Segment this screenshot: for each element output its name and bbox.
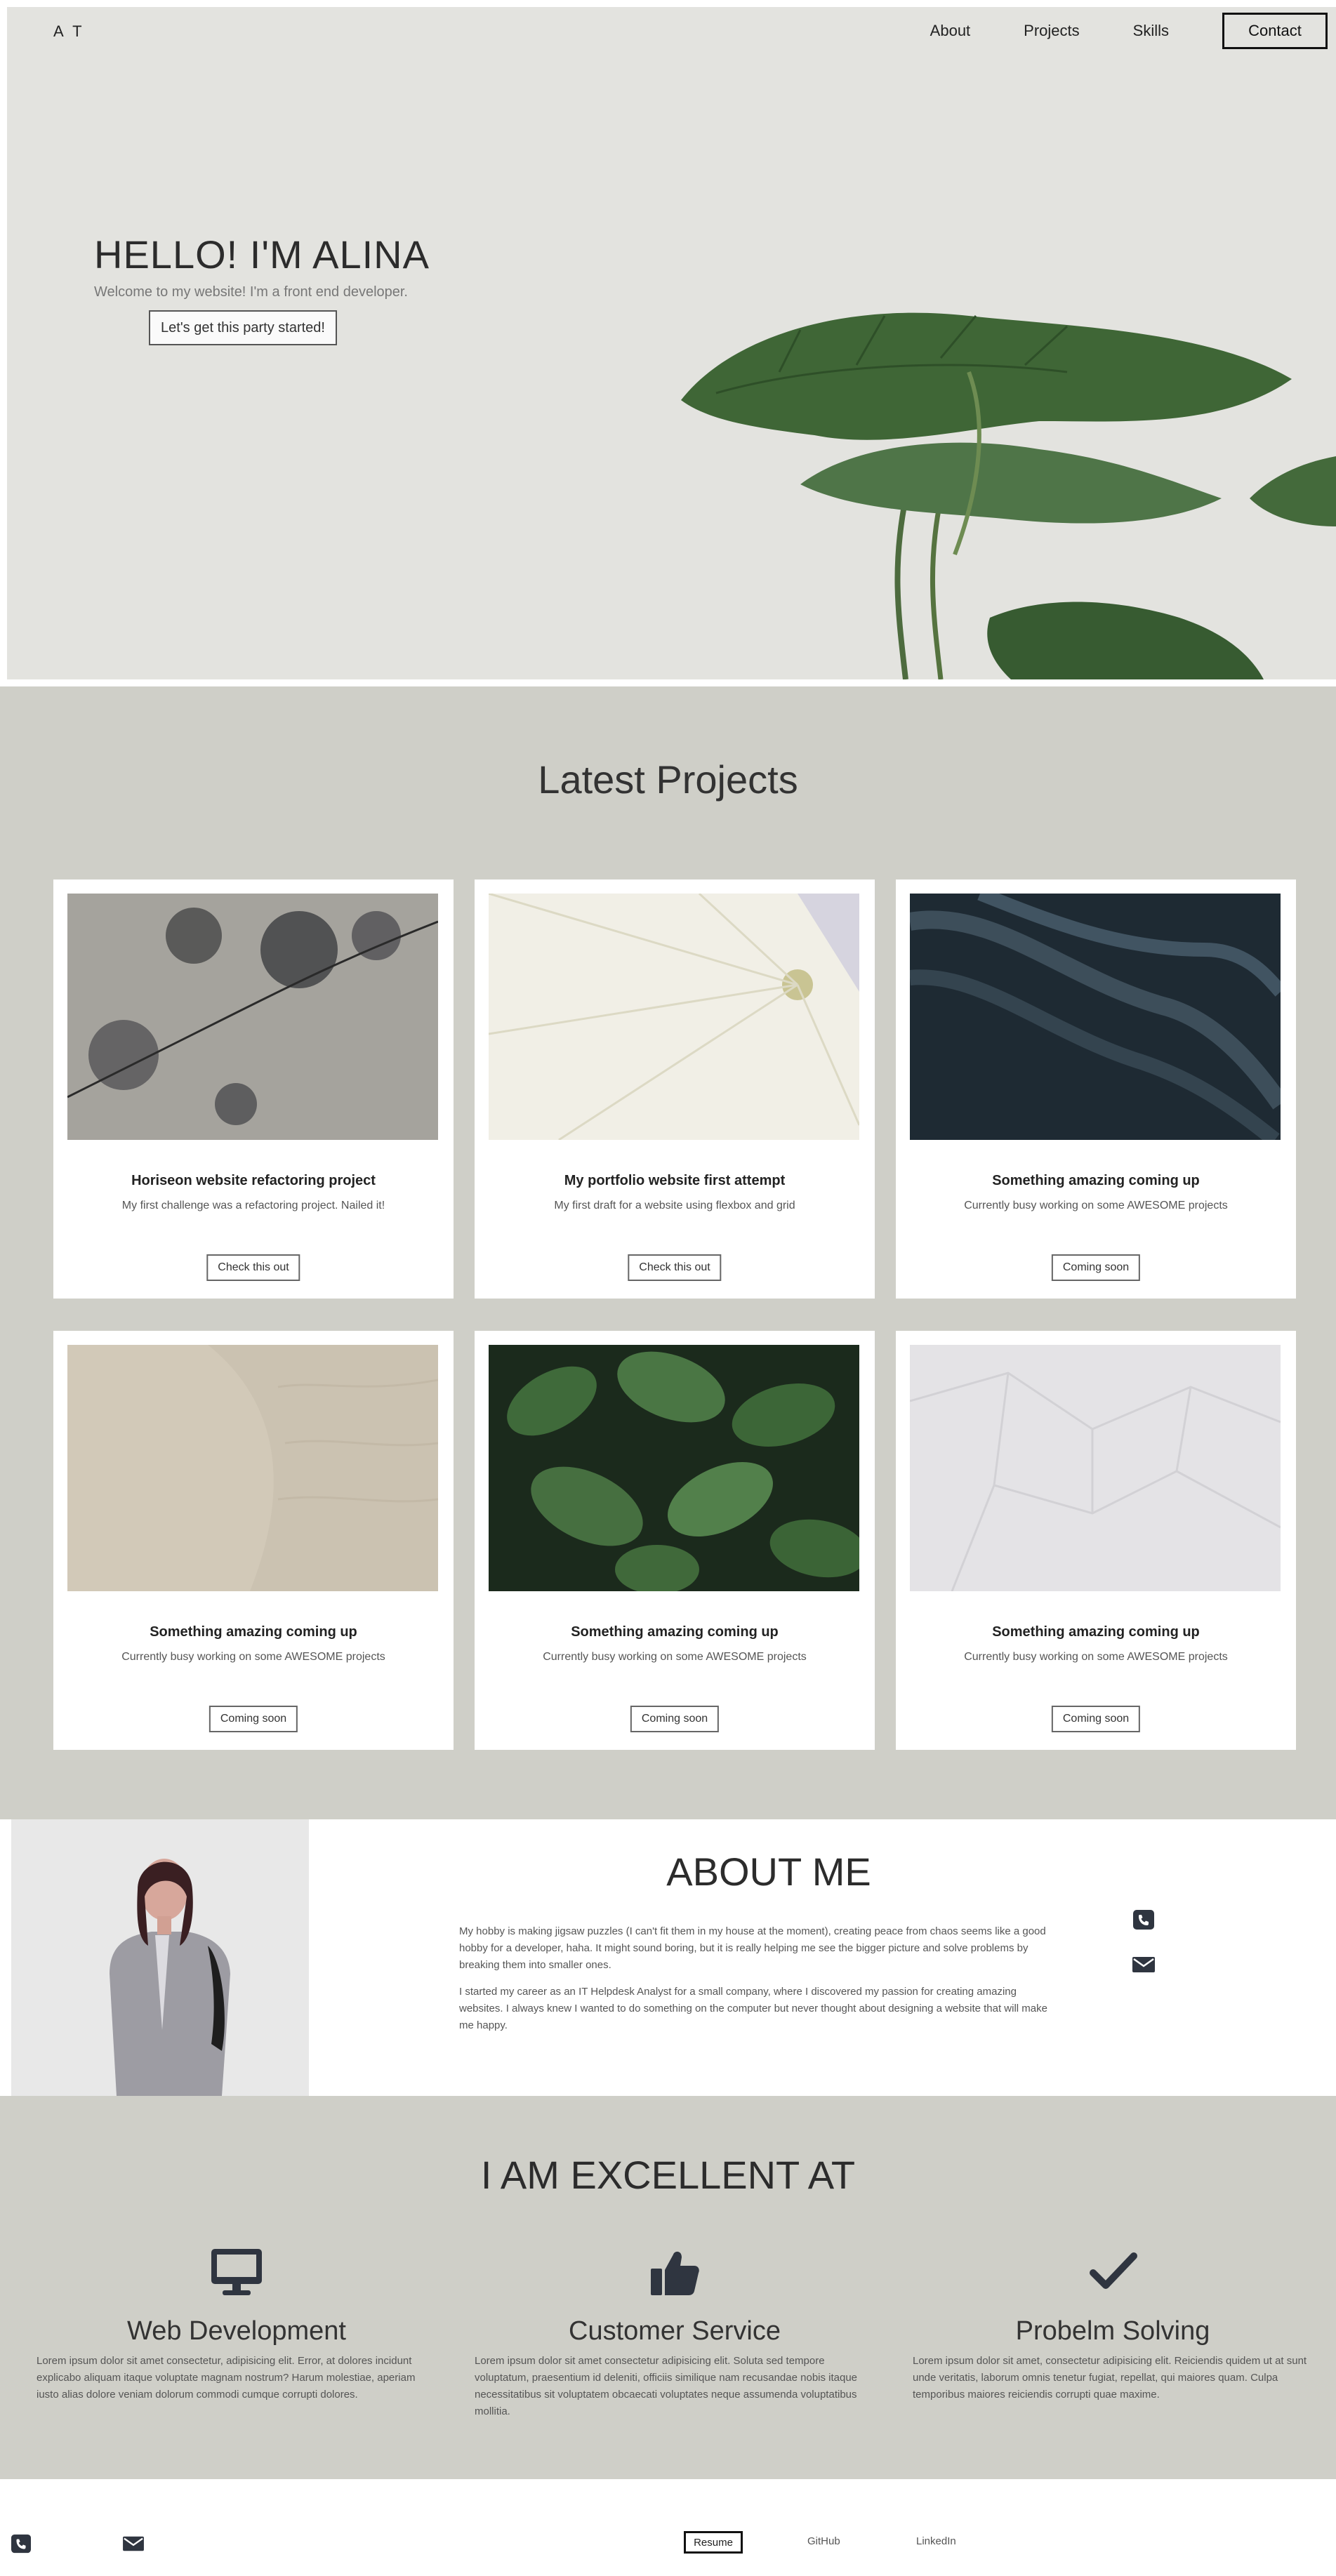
project-title: Something amazing coming up xyxy=(150,1624,357,1640)
skill-name: Customer Service xyxy=(569,2316,781,2346)
project-card: Something amazing coming up Currently bu… xyxy=(53,1331,454,1750)
project-description: Currently busy working on some AWESOME p… xyxy=(964,1651,1228,1663)
project-button[interactable]: Check this out xyxy=(206,1254,300,1281)
nav-contact-button[interactable]: Contact xyxy=(1222,13,1328,49)
project-title: Something amazing coming up xyxy=(992,1173,1200,1188)
about-section: ABOUT ME My hobby is making jigsaw puzzl… xyxy=(0,1819,1336,2096)
skills-section: I AM EXCELLENT AT Web Development Lorem … xyxy=(0,2096,1336,2479)
skill-name: Web Development xyxy=(127,2316,346,2346)
thumbs-up-icon xyxy=(651,2251,699,2295)
about-paragraph: I started my career as an IT Helpdesk An… xyxy=(459,1986,1047,2031)
project-button[interactable]: Coming soon xyxy=(630,1706,720,1732)
project-card: Something amazing coming up Currently bu… xyxy=(475,1331,875,1750)
project-button[interactable]: Check this out xyxy=(628,1254,722,1281)
project-title: My portfolio website first attempt xyxy=(564,1173,786,1188)
project-card: Horiseon website refactoring project My … xyxy=(53,879,454,1299)
project-card: Something amazing coming up Currently bu… xyxy=(896,879,1296,1299)
nav-projects-link[interactable]: Projects xyxy=(1024,22,1079,40)
project-image-green-leaves[interactable] xyxy=(489,1345,859,1591)
skills-title: I AM EXCELLENT AT xyxy=(480,2153,856,2197)
project-button[interactable]: Coming soon xyxy=(1051,1706,1141,1732)
project-description: My first challenge was a refactoring pro… xyxy=(121,1200,385,1211)
project-title: Something amazing coming up xyxy=(571,1624,779,1640)
monstera-plant-image xyxy=(681,312,1336,679)
project-card: Something amazing coming up Currently bu… xyxy=(896,1331,1296,1750)
phone-icon[interactable] xyxy=(10,2534,32,2554)
hero-cta-button[interactable]: Let's get this party started! xyxy=(149,310,337,345)
skill-description: Lorem ipsum dolor sit amet consectetur a… xyxy=(475,2355,858,2417)
checkmark-icon xyxy=(1090,2252,1137,2289)
resume-link[interactable]: Resume xyxy=(684,2531,743,2554)
nav-about-link[interactable]: About xyxy=(930,22,971,40)
project-description: Currently busy working on some AWESOME p… xyxy=(543,1651,807,1663)
project-description: Currently busy working on some AWESOME p… xyxy=(121,1651,385,1663)
project-button[interactable]: Coming soon xyxy=(1051,1254,1141,1281)
project-image-cracked-concrete[interactable] xyxy=(67,894,438,1140)
nav-skills-link[interactable]: Skills xyxy=(1133,22,1169,40)
projects-section: Latest Projects Horiseon website refacto… xyxy=(0,686,1336,1819)
github-link[interactable]: GitHub xyxy=(807,2535,840,2547)
project-image-dark-fabric[interactable] xyxy=(910,894,1281,1140)
project-image-white-leaf[interactable] xyxy=(489,894,859,1140)
site-logo[interactable]: A T xyxy=(53,22,85,41)
main-nav: About Projects Skills Contact xyxy=(930,13,1328,49)
profile-photo xyxy=(11,1819,309,2096)
envelope-icon[interactable] xyxy=(122,2534,145,2554)
project-description: Currently busy working on some AWESOME p… xyxy=(964,1200,1228,1211)
hero-subtitle: Welcome to my website! I'm a front end d… xyxy=(94,284,408,300)
footer: Resume GitHub LinkedIn xyxy=(0,2479,1336,2576)
project-title: Something amazing coming up xyxy=(992,1624,1200,1640)
skill-description: Lorem ipsum dolor sit amet, consectetur … xyxy=(913,2355,1307,2401)
project-image-crumpled-paper[interactable] xyxy=(910,1345,1281,1591)
hero-section: A T About Projects Skills Contact HELLO!… xyxy=(7,7,1336,679)
about-title: ABOUT ME xyxy=(666,1850,871,1894)
hero-title: HELLO! I'M ALINA xyxy=(94,232,430,277)
phone-icon[interactable] xyxy=(1132,1909,1156,1930)
desktop-icon xyxy=(211,2249,262,2295)
project-description: My first draft for a website using flexb… xyxy=(554,1200,795,1211)
project-title: Horiseon website refactoring project xyxy=(131,1173,376,1188)
envelope-icon[interactable] xyxy=(1132,1954,1156,1975)
linkedin-link[interactable]: LinkedIn xyxy=(916,2535,956,2547)
project-image-sand-dunes[interactable] xyxy=(67,1345,438,1591)
project-card: My portfolio website first attempt My fi… xyxy=(475,879,875,1299)
project-button[interactable]: Coming soon xyxy=(209,1706,298,1732)
skill-name: Probelm Solving xyxy=(1015,2316,1210,2346)
skill-description: Lorem ipsum dolor sit amet consectetur, … xyxy=(37,2355,416,2401)
about-paragraph: My hobby is making jigsaw puzzles (I can… xyxy=(459,1925,1046,1971)
projects-title: Latest Projects xyxy=(538,757,798,802)
